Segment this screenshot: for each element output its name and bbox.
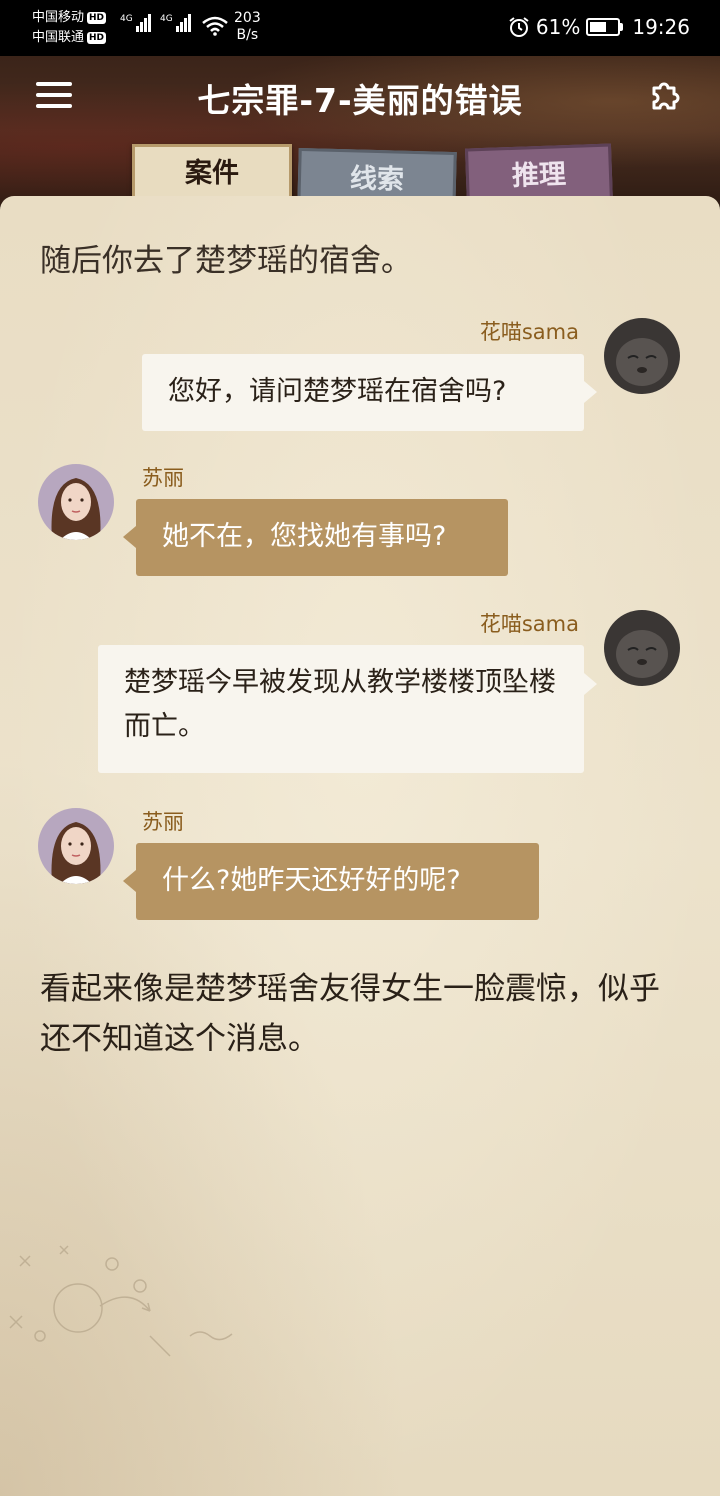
- network-type-2: 4G: [160, 14, 173, 24]
- battery-percent: 61%: [535, 15, 581, 39]
- avatar: [38, 464, 114, 540]
- app-header: 七宗罪-7-美丽的错误 案件 线索 推理: [0, 56, 720, 213]
- avatar: [604, 610, 680, 686]
- signal-icon: 4G: [120, 14, 152, 32]
- signal-icon: 4G: [160, 14, 192, 32]
- avatar: [38, 808, 114, 884]
- alarm-icon: [509, 17, 529, 37]
- page-title: 七宗罪-7-美丽的错误: [197, 81, 523, 120]
- carrier-2: 中国联通: [32, 30, 85, 45]
- battery-icon: [586, 18, 624, 36]
- sender-name: 花喵sama: [479, 320, 579, 344]
- sketch-decoration: [9, 1245, 233, 1357]
- tab-case[interactable]: 案件: [132, 144, 292, 204]
- narration-text: 看起来像是楚梦瑶舍友得女生一脸震惊，似乎还不知道这个消息。: [40, 971, 660, 1057]
- network-type-1: 4G: [120, 14, 133, 24]
- puzzle-icon[interactable]: [646, 76, 684, 114]
- wifi-icon: [202, 16, 228, 36]
- carrier-1: 中国移动: [32, 10, 85, 25]
- hd-badge-1: HD: [87, 11, 107, 24]
- status-bar: 中国移动 HD 中国联通 HD 4G 4G 203 B/s 61% 19:26: [0, 0, 720, 56]
- carrier-info: 中国移动 HD 中国联通 HD: [32, 8, 107, 48]
- chat-bubble-left: 她不在，您找她有事吗?: [136, 499, 508, 576]
- sender-name: 苏丽: [142, 466, 184, 490]
- narration-text: 随后你去了楚梦瑶的宿舍。: [40, 243, 412, 279]
- hd-badge-2: HD: [87, 31, 107, 44]
- story-panel[interactable]: 随后你去了楚梦瑶的宿舍。 花喵sama 您好，请问楚梦瑶在宿舍吗? 苏丽 她不在…: [0, 196, 720, 1496]
- chat-bubble-right: 楚梦瑶今早被发现从教学楼楼顶坠楼而亡。: [98, 645, 584, 773]
- sender-name: 花喵sama: [479, 612, 579, 636]
- avatar: [604, 318, 680, 394]
- tab-bar: 案件 线索 推理: [0, 143, 720, 213]
- sender-name: 苏丽: [142, 810, 184, 834]
- chat-bubble-left: 什么?她昨天还好好的呢?: [136, 843, 539, 920]
- network-speed: 203 B/s: [234, 10, 261, 43]
- chat-bubble-right: 您好，请问楚梦瑶在宿舍吗?: [142, 354, 584, 431]
- clock: 19:26: [632, 15, 690, 39]
